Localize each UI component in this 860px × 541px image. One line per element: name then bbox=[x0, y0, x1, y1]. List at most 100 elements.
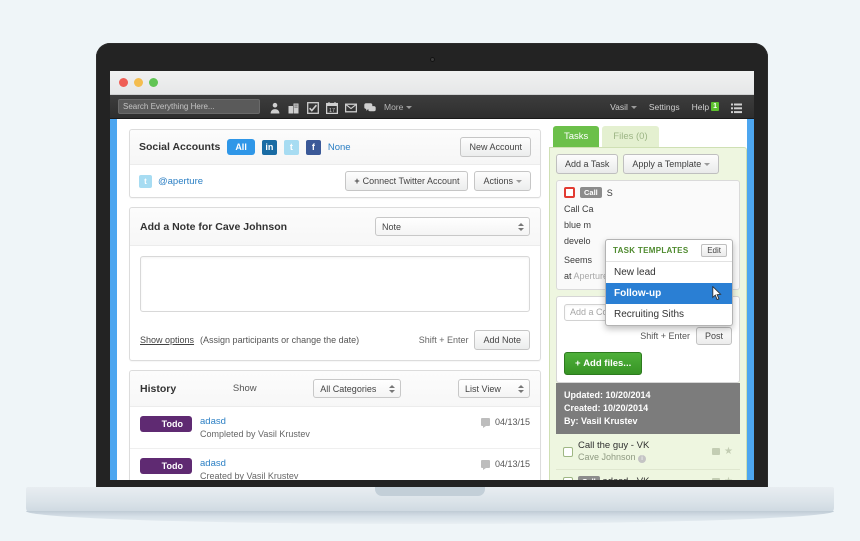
stepper-icon bbox=[518, 222, 524, 231]
star-icon[interactable]: ★ bbox=[724, 446, 733, 457]
chevron-down-icon bbox=[630, 105, 637, 109]
person-icon[interactable] bbox=[269, 101, 281, 113]
task-card-line-2: blue m bbox=[564, 220, 592, 230]
settings-link[interactable]: Settings bbox=[649, 102, 680, 112]
nav-right-group: Vasil Settings Help 1 bbox=[610, 101, 746, 114]
post-comment-button[interactable]: Post bbox=[695, 327, 732, 345]
table-row[interactable]: Todo adasd Created by Vasil Krustev 04/1… bbox=[130, 449, 540, 480]
task-templates-title: TASK TEMPLATES bbox=[613, 246, 689, 255]
comment-icon bbox=[480, 460, 490, 470]
task-checkbox[interactable] bbox=[564, 187, 575, 198]
star-icon[interactable]: ★ bbox=[724, 476, 733, 480]
laptop-base bbox=[26, 487, 834, 513]
close-icon[interactable] bbox=[119, 78, 128, 87]
menu-item-recruiting-siths[interactable]: Recruiting Siths bbox=[606, 304, 732, 325]
add-note-title: Add a Note for Cave Johnson bbox=[140, 220, 288, 233]
history-row-link[interactable]: adasd bbox=[200, 458, 473, 469]
chevron-down-icon bbox=[406, 105, 413, 109]
calendar-icon[interactable]: 17 bbox=[325, 101, 339, 114]
comment-icon bbox=[480, 418, 490, 428]
screen: Search Everything Here... 17 More Vasil … bbox=[110, 71, 754, 480]
task-row-sub: Cave Johnson i bbox=[578, 452, 707, 463]
apply-template-button[interactable]: Apply a Template bbox=[623, 154, 720, 174]
app-top-nav: Search Everything Here... 17 More Vasil … bbox=[110, 95, 754, 119]
list-item[interactable]: Call the guy - VK Cave Johnson i ★ bbox=[556, 434, 740, 470]
comment-icon[interactable] bbox=[712, 448, 721, 455]
search-input[interactable]: Search Everything Here... bbox=[118, 99, 260, 114]
add-task-button[interactable]: Add a Task bbox=[556, 154, 619, 174]
add-note-button[interactable]: Add Note bbox=[474, 330, 530, 350]
twitter-icon[interactable]: t bbox=[283, 139, 299, 155]
task-author: By: Vasil Krustev bbox=[564, 415, 732, 428]
menu-item-new-lead[interactable]: New lead bbox=[606, 262, 732, 283]
history-row-main: adasd Completed by Vasil Krustev bbox=[200, 416, 473, 439]
minimize-icon[interactable] bbox=[134, 78, 143, 87]
filter-all-button[interactable]: All bbox=[227, 139, 255, 155]
task-row-title: Call adasd - VK bbox=[578, 476, 707, 480]
task-row-title: Call the guy - VK bbox=[578, 440, 650, 451]
task-card-header: Call S bbox=[564, 187, 732, 200]
connect-twitter-button[interactable]: + Connect Twitter Account bbox=[345, 171, 469, 191]
edit-templates-button[interactable]: Edit bbox=[701, 244, 727, 257]
task-checkbox[interactable] bbox=[563, 446, 573, 457]
note-type-select[interactable]: Note bbox=[375, 217, 530, 236]
checklist-icon[interactable] bbox=[307, 101, 319, 114]
more-menu[interactable]: More bbox=[384, 102, 413, 112]
help-label: Help bbox=[691, 101, 710, 112]
twitter-account-row: t @aperture + Connect Twitter Account Act… bbox=[130, 164, 540, 197]
actions-button[interactable]: Actions bbox=[474, 171, 531, 191]
right-column: Tasks Files (0) Add a Task Apply a Templ… bbox=[549, 119, 747, 480]
list-item[interactable]: Call adasd - VK ★ bbox=[556, 470, 740, 480]
facebook-icon[interactable]: f bbox=[305, 139, 321, 155]
task-card-title: S bbox=[606, 188, 613, 198]
tab-files[interactable]: Files (0) bbox=[602, 126, 659, 147]
menu-item-follow-up[interactable]: Follow-up bbox=[606, 283, 732, 304]
tab-tasks[interactable]: Tasks bbox=[553, 126, 600, 147]
envelope-icon[interactable] bbox=[344, 101, 358, 113]
history-row-date: 04/13/15 bbox=[494, 417, 530, 427]
facebook-glyph: f bbox=[311, 141, 315, 152]
menu-item-follow-up-label: Follow-up bbox=[614, 288, 662, 299]
page-title: Social Accounts bbox=[139, 141, 221, 153]
history-category-value: All Categories bbox=[320, 383, 377, 394]
task-templates-header: TASK TEMPLATES Edit bbox=[606, 240, 732, 262]
filter-none-link[interactable]: None bbox=[328, 142, 351, 153]
help-badge: 1 bbox=[711, 101, 719, 111]
task-row-icons: ★ bbox=[712, 446, 733, 457]
status-badge: Todo bbox=[140, 416, 192, 432]
right-tabs: Tasks Files (0) bbox=[549, 126, 747, 147]
history-category-select[interactable]: All Categories bbox=[313, 379, 402, 398]
history-row-sub: Created by Vasil Krustev bbox=[200, 471, 299, 480]
plus-icon: + bbox=[575, 358, 584, 369]
tasks-toolbar: Add a Task Apply a Template bbox=[556, 154, 740, 174]
account-handle[interactable]: @aperture bbox=[158, 176, 203, 187]
task-checkbox[interactable] bbox=[563, 476, 573, 480]
user-menu[interactable]: Vasil bbox=[610, 102, 637, 112]
chat-icon[interactable] bbox=[364, 101, 376, 113]
window-titlebar bbox=[110, 71, 754, 95]
add-files-button[interactable]: + Add files... bbox=[564, 352, 643, 375]
tasks-panel: Add a Task Apply a Template Call S Call … bbox=[549, 147, 747, 480]
history-view-select[interactable]: List View bbox=[457, 379, 530, 398]
table-row[interactable]: Todo adasd Completed by Vasil Krustev 04… bbox=[130, 407, 540, 449]
task-row-sub-text: Cave Johnson bbox=[578, 452, 636, 462]
task-card[interactable]: Call S Call Ca blue m develo Seems at Ap… bbox=[556, 180, 740, 326]
left-column: Social Accounts All in t f None New Acco… bbox=[117, 119, 549, 480]
building-icon[interactable] bbox=[288, 101, 300, 113]
maximize-icon[interactable] bbox=[149, 78, 158, 87]
task-meta-box: Updated: 10/20/2014 Created: 10/20/2014 … bbox=[556, 383, 740, 434]
linkedin-icon[interactable]: in bbox=[261, 139, 277, 155]
show-options-link[interactable]: Show options bbox=[140, 335, 194, 345]
info-icon[interactable]: i bbox=[638, 455, 647, 463]
help-link[interactable]: Help 1 bbox=[691, 101, 719, 112]
note-textarea[interactable] bbox=[140, 256, 530, 312]
new-account-button[interactable]: New Account bbox=[460, 137, 531, 157]
task-updated-value: 10/20/2014 bbox=[605, 390, 651, 400]
task-card-line-1: Call Ca bbox=[564, 204, 594, 214]
task-list: Call the guy - VK Cave Johnson i ★ bbox=[556, 434, 740, 480]
history-row-link[interactable]: adasd bbox=[200, 416, 473, 427]
grid-icon[interactable] bbox=[731, 101, 742, 114]
task-row-main: Call the guy - VK Cave Johnson i bbox=[578, 440, 707, 463]
comment-icon[interactable] bbox=[712, 478, 721, 480]
stepper-icon bbox=[517, 384, 524, 393]
